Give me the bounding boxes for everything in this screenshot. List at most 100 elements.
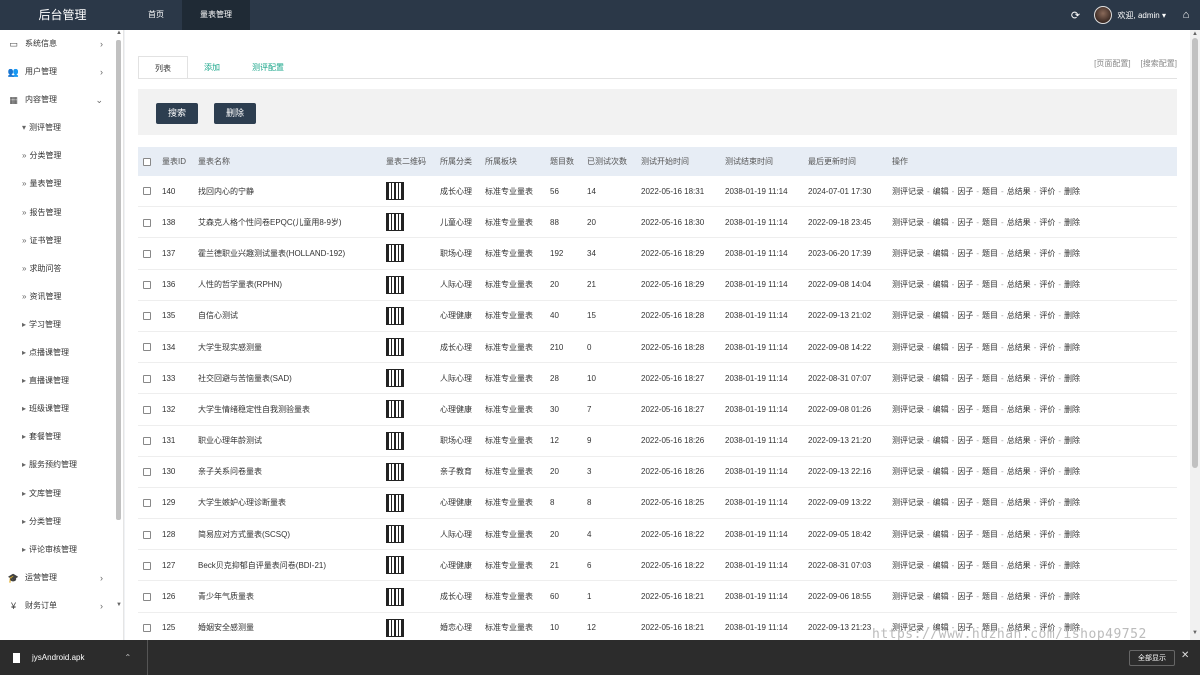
action-link[interactable]: 测评记录 bbox=[892, 592, 924, 601]
row-checkbox[interactable] bbox=[143, 436, 151, 445]
scroll-down-arrow-icon[interactable]: ▼ bbox=[1192, 630, 1198, 636]
action-link[interactable]: 总结果 bbox=[1007, 249, 1031, 258]
action-link[interactable]: 删除 bbox=[1064, 436, 1080, 445]
qrcode-icon[interactable] bbox=[386, 431, 404, 450]
sidebar-item[interactable]: » 分类管理 bbox=[0, 142, 123, 170]
action-link[interactable]: 总结果 bbox=[1007, 405, 1031, 414]
action-link[interactable]: 题目 bbox=[982, 561, 998, 570]
action-link[interactable]: 测评记录 bbox=[892, 498, 924, 507]
row-checkbox[interactable] bbox=[143, 218, 151, 227]
action-link[interactable]: 删除 bbox=[1064, 249, 1080, 258]
qrcode-icon[interactable] bbox=[386, 400, 404, 419]
action-link[interactable]: 评价 bbox=[1039, 311, 1055, 320]
row-checkbox[interactable] bbox=[143, 281, 151, 290]
action-link[interactable]: 总结果 bbox=[1007, 436, 1031, 445]
action-link[interactable]: 总结果 bbox=[1007, 374, 1031, 383]
action-link[interactable]: 评价 bbox=[1039, 436, 1055, 445]
action-link[interactable]: 题目 bbox=[982, 467, 998, 476]
download-item[interactable]: jysAndroid.apk ⌃ bbox=[0, 640, 148, 675]
row-checkbox[interactable] bbox=[143, 374, 151, 383]
close-icon[interactable]: ✕ bbox=[1181, 650, 1189, 661]
action-link[interactable]: 因子 bbox=[957, 530, 973, 539]
action-link[interactable]: 评价 bbox=[1039, 374, 1055, 383]
action-link[interactable]: 删除 bbox=[1064, 498, 1080, 507]
row-checkbox[interactable] bbox=[143, 592, 151, 601]
chevron-up-icon[interactable]: ⌃ bbox=[124, 653, 131, 662]
action-link[interactable]: 题目 bbox=[982, 498, 998, 507]
avatar[interactable] bbox=[1093, 6, 1112, 24]
action-link[interactable]: 评价 bbox=[1039, 498, 1055, 507]
action-link[interactable]: 题目 bbox=[982, 343, 998, 352]
action-link[interactable]: 编辑 bbox=[933, 498, 949, 507]
select-all-checkbox[interactable] bbox=[143, 157, 151, 166]
action-link[interactable]: 因子 bbox=[957, 561, 973, 570]
sidebar-item[interactable]: » 报告管理 bbox=[0, 199, 123, 227]
action-link[interactable]: 测评记录 bbox=[892, 218, 924, 227]
action-link[interactable]: 编辑 bbox=[933, 374, 949, 383]
action-link[interactable]: 删除 bbox=[1064, 592, 1080, 601]
action-link[interactable]: 编辑 bbox=[933, 218, 949, 227]
refresh-icon[interactable]: ⟳ bbox=[1062, 9, 1090, 22]
action-link[interactable]: 删除 bbox=[1064, 405, 1080, 414]
action-link[interactable]: 题目 bbox=[982, 374, 998, 383]
sidebar-item[interactable]: ▸ 分类管理 bbox=[0, 508, 123, 536]
action-link[interactable]: 评价 bbox=[1039, 467, 1055, 476]
action-link[interactable]: 测评记录 bbox=[892, 530, 924, 539]
row-checkbox[interactable] bbox=[143, 312, 151, 321]
row-checkbox[interactable] bbox=[143, 561, 151, 570]
action-link[interactable]: 因子 bbox=[957, 249, 973, 258]
action-link[interactable]: 编辑 bbox=[933, 280, 949, 289]
action-link[interactable]: 题目 bbox=[982, 311, 998, 320]
show-all-button[interactable]: 全部显示 bbox=[1129, 650, 1175, 666]
action-link[interactable]: 测评记录 bbox=[892, 467, 924, 476]
sidebar-item[interactable]: ▸ 学习管理 bbox=[0, 311, 123, 339]
action-link[interactable]: 题目 bbox=[982, 280, 998, 289]
action-link[interactable]: 总结果 bbox=[1007, 311, 1031, 320]
action-link[interactable]: 因子 bbox=[957, 592, 973, 601]
sidebar-item[interactable]: 👥 用户管理 › bbox=[0, 58, 123, 86]
tab-add[interactable]: 添加 bbox=[188, 56, 236, 79]
qrcode-icon[interactable] bbox=[386, 556, 404, 575]
action-link[interactable]: 题目 bbox=[982, 530, 998, 539]
sidebar-item[interactable]: ▸ 直播课管理 bbox=[0, 367, 123, 395]
row-checkbox[interactable] bbox=[143, 468, 151, 477]
action-link[interactable]: 题目 bbox=[982, 187, 998, 196]
action-link[interactable]: 测评记录 bbox=[892, 405, 924, 414]
action-link[interactable]: 评价 bbox=[1039, 592, 1055, 601]
qrcode-icon[interactable] bbox=[386, 493, 404, 512]
action-link[interactable]: 总结果 bbox=[1007, 530, 1031, 539]
sidebar-item[interactable]: ▸ 文库管理 bbox=[0, 480, 123, 508]
main-scrollbar-thumb[interactable] bbox=[1192, 38, 1198, 468]
action-link[interactable]: 因子 bbox=[957, 374, 973, 383]
sidebar-item[interactable]: » 证书管理 bbox=[0, 227, 123, 255]
action-link[interactable]: 删除 bbox=[1064, 343, 1080, 352]
action-link[interactable]: 总结果 bbox=[1007, 498, 1031, 507]
delete-button[interactable]: 删除 bbox=[214, 103, 257, 124]
action-link[interactable]: 总结果 bbox=[1007, 187, 1031, 196]
action-link[interactable]: 测评记录 bbox=[892, 374, 924, 383]
home-icon[interactable]: ⌂ bbox=[1172, 9, 1200, 21]
action-link[interactable]: 总结果 bbox=[1007, 561, 1031, 570]
qrcode-icon[interactable] bbox=[386, 182, 404, 201]
action-link[interactable]: 总结果 bbox=[1007, 467, 1031, 476]
action-link[interactable]: 删除 bbox=[1064, 218, 1080, 227]
row-checkbox[interactable] bbox=[143, 530, 151, 539]
action-link[interactable]: 题目 bbox=[982, 436, 998, 445]
row-checkbox[interactable] bbox=[143, 249, 151, 258]
sidebar-scroll-down-icon[interactable]: ▼ bbox=[116, 602, 122, 608]
action-link[interactable]: 删除 bbox=[1064, 561, 1080, 570]
action-link[interactable]: 编辑 bbox=[933, 436, 949, 445]
row-checkbox[interactable] bbox=[143, 499, 151, 508]
user-menu[interactable]: 欢迎, admin ▾ bbox=[1112, 10, 1172, 21]
row-checkbox[interactable] bbox=[143, 343, 151, 352]
action-link[interactable]: 题目 bbox=[982, 249, 998, 258]
action-link[interactable]: 因子 bbox=[957, 343, 973, 352]
action-link[interactable]: 因子 bbox=[957, 467, 973, 476]
sidebar-item[interactable]: » 求助问答 bbox=[0, 255, 123, 283]
action-link[interactable]: 编辑 bbox=[933, 405, 949, 414]
sidebar-item[interactable]: ▾ 测评管理 bbox=[0, 114, 123, 142]
action-link[interactable]: 编辑 bbox=[933, 187, 949, 196]
search-button[interactable]: 搜索 bbox=[156, 103, 199, 124]
qrcode-icon[interactable] bbox=[386, 618, 404, 637]
sidebar-item[interactable]: ▸ 套餐管理 bbox=[0, 423, 123, 451]
